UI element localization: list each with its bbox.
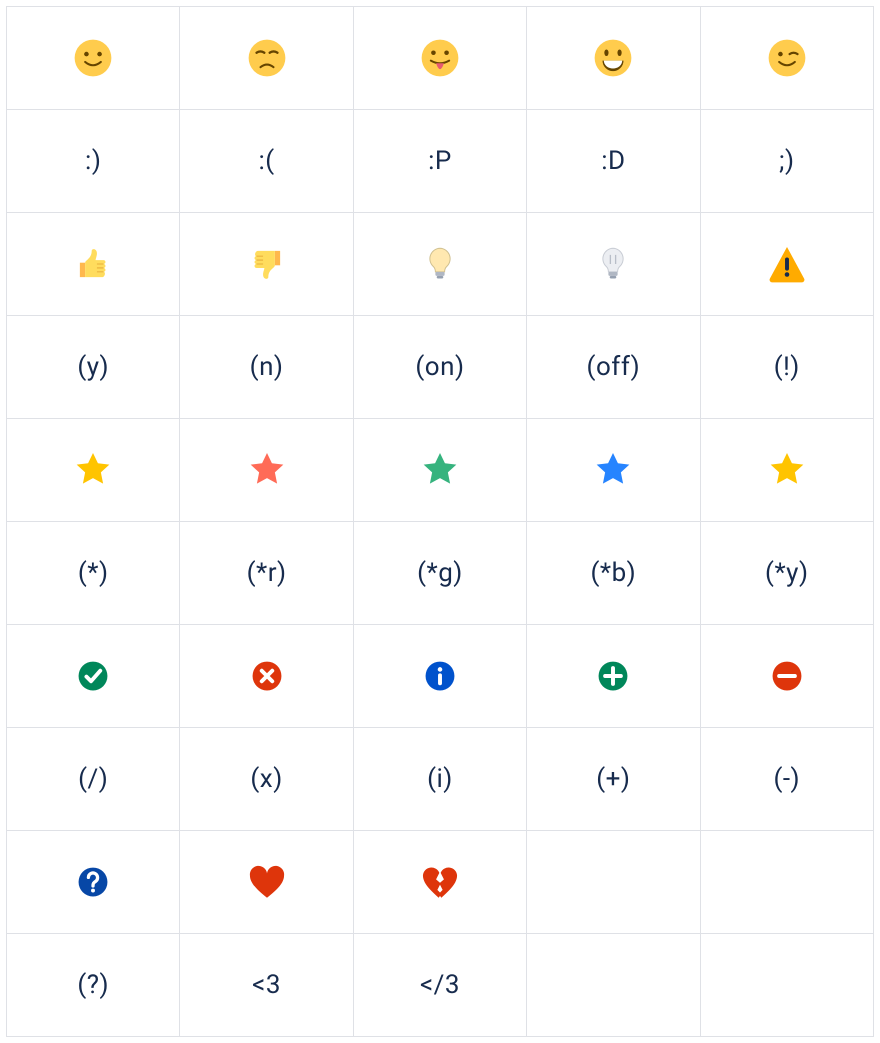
shortcut-code: </3 — [353, 934, 526, 1037]
shortcut-text: (*) — [78, 558, 109, 588]
shortcut-code: (*g) — [353, 522, 526, 625]
wink-icon — [700, 7, 873, 110]
shortcut-code: (x) — [180, 728, 353, 831]
heart-icon — [180, 831, 353, 934]
shortcut-text: (*g) — [417, 558, 463, 588]
bulb-on-icon — [353, 213, 526, 316]
shortcut-text: ;) — [779, 146, 795, 176]
shortcut-text: :) — [85, 146, 101, 176]
empty-cell — [527, 831, 700, 934]
smile-icon — [7, 7, 180, 110]
shortcut-text: (*r) — [247, 558, 287, 588]
shortcut-code: :( — [180, 110, 353, 213]
warning-icon — [700, 213, 873, 316]
bulb-off-icon — [527, 213, 700, 316]
shortcut-text: :( — [258, 146, 274, 176]
star-yellow2-icon — [700, 419, 873, 522]
thumbs-down-icon — [180, 213, 353, 316]
shortcut-text: </3 — [420, 970, 460, 1000]
question-circle-icon — [7, 831, 180, 934]
shortcut-text: (-) — [773, 764, 800, 794]
shortcut-text: (?) — [77, 970, 109, 1000]
shortcut-code: :P — [353, 110, 526, 213]
shortcut-text: :D — [601, 146, 625, 176]
shortcut-text: (i) — [427, 764, 453, 794]
cross-circle-icon — [180, 625, 353, 728]
plus-circle-icon — [527, 625, 700, 728]
shortcut-text: (y) — [77, 352, 109, 382]
shortcut-code: (n) — [180, 316, 353, 419]
thumbs-up-icon — [7, 213, 180, 316]
shortcut-text: (+) — [596, 764, 630, 794]
shortcut-text: (n) — [250, 352, 284, 382]
star-green-icon — [353, 419, 526, 522]
broken-heart-icon — [353, 831, 526, 934]
shortcut-code: (!) — [700, 316, 873, 419]
shortcut-code: (y) — [7, 316, 180, 419]
shortcut-code: (*r) — [180, 522, 353, 625]
grin-icon — [527, 7, 700, 110]
shortcut-code: (i) — [353, 728, 526, 831]
shortcut-code: :) — [7, 110, 180, 213]
shortcut-code: (?) — [7, 934, 180, 1037]
shortcut-code: (*b) — [527, 522, 700, 625]
shortcut-code: (off) — [527, 316, 700, 419]
shortcut-text: (!) — [774, 352, 800, 382]
shortcut-code: <3 — [180, 934, 353, 1037]
star-red-icon — [180, 419, 353, 522]
shortcut-text: (x) — [250, 764, 282, 794]
check-circle-icon — [7, 625, 180, 728]
shortcut-text: :P — [428, 146, 452, 176]
shortcut-code: ;) — [700, 110, 873, 213]
shortcut-code: :D — [527, 110, 700, 213]
frown-icon — [180, 7, 353, 110]
shortcut-code: (-) — [700, 728, 873, 831]
shortcut-code: (+) — [527, 728, 700, 831]
empty-cell — [700, 831, 873, 934]
emoji-shortcut-table: :) :( :P :D;) (y) (n) (on) (off) (!) (*) (*r) (*g) (… — [6, 6, 874, 1037]
shortcut-text: (on) — [415, 352, 464, 382]
shortcut-text: (off) — [587, 352, 641, 382]
star-blue-icon — [527, 419, 700, 522]
shortcut-code: (*y) — [700, 522, 873, 625]
minus-circle-icon — [700, 625, 873, 728]
info-circle-icon — [353, 625, 526, 728]
shortcut-code: (*) — [7, 522, 180, 625]
empty-cell — [700, 934, 873, 1037]
shortcut-code: (on) — [353, 316, 526, 419]
shortcut-text: <3 — [252, 970, 281, 1000]
star-yellow-icon — [7, 419, 180, 522]
shortcut-text: (*b) — [590, 558, 636, 588]
tongue-icon — [353, 7, 526, 110]
empty-cell — [527, 934, 700, 1037]
shortcut-text: (*y) — [765, 558, 808, 588]
shortcut-code: (/) — [7, 728, 180, 831]
shortcut-text: (/) — [78, 764, 108, 794]
